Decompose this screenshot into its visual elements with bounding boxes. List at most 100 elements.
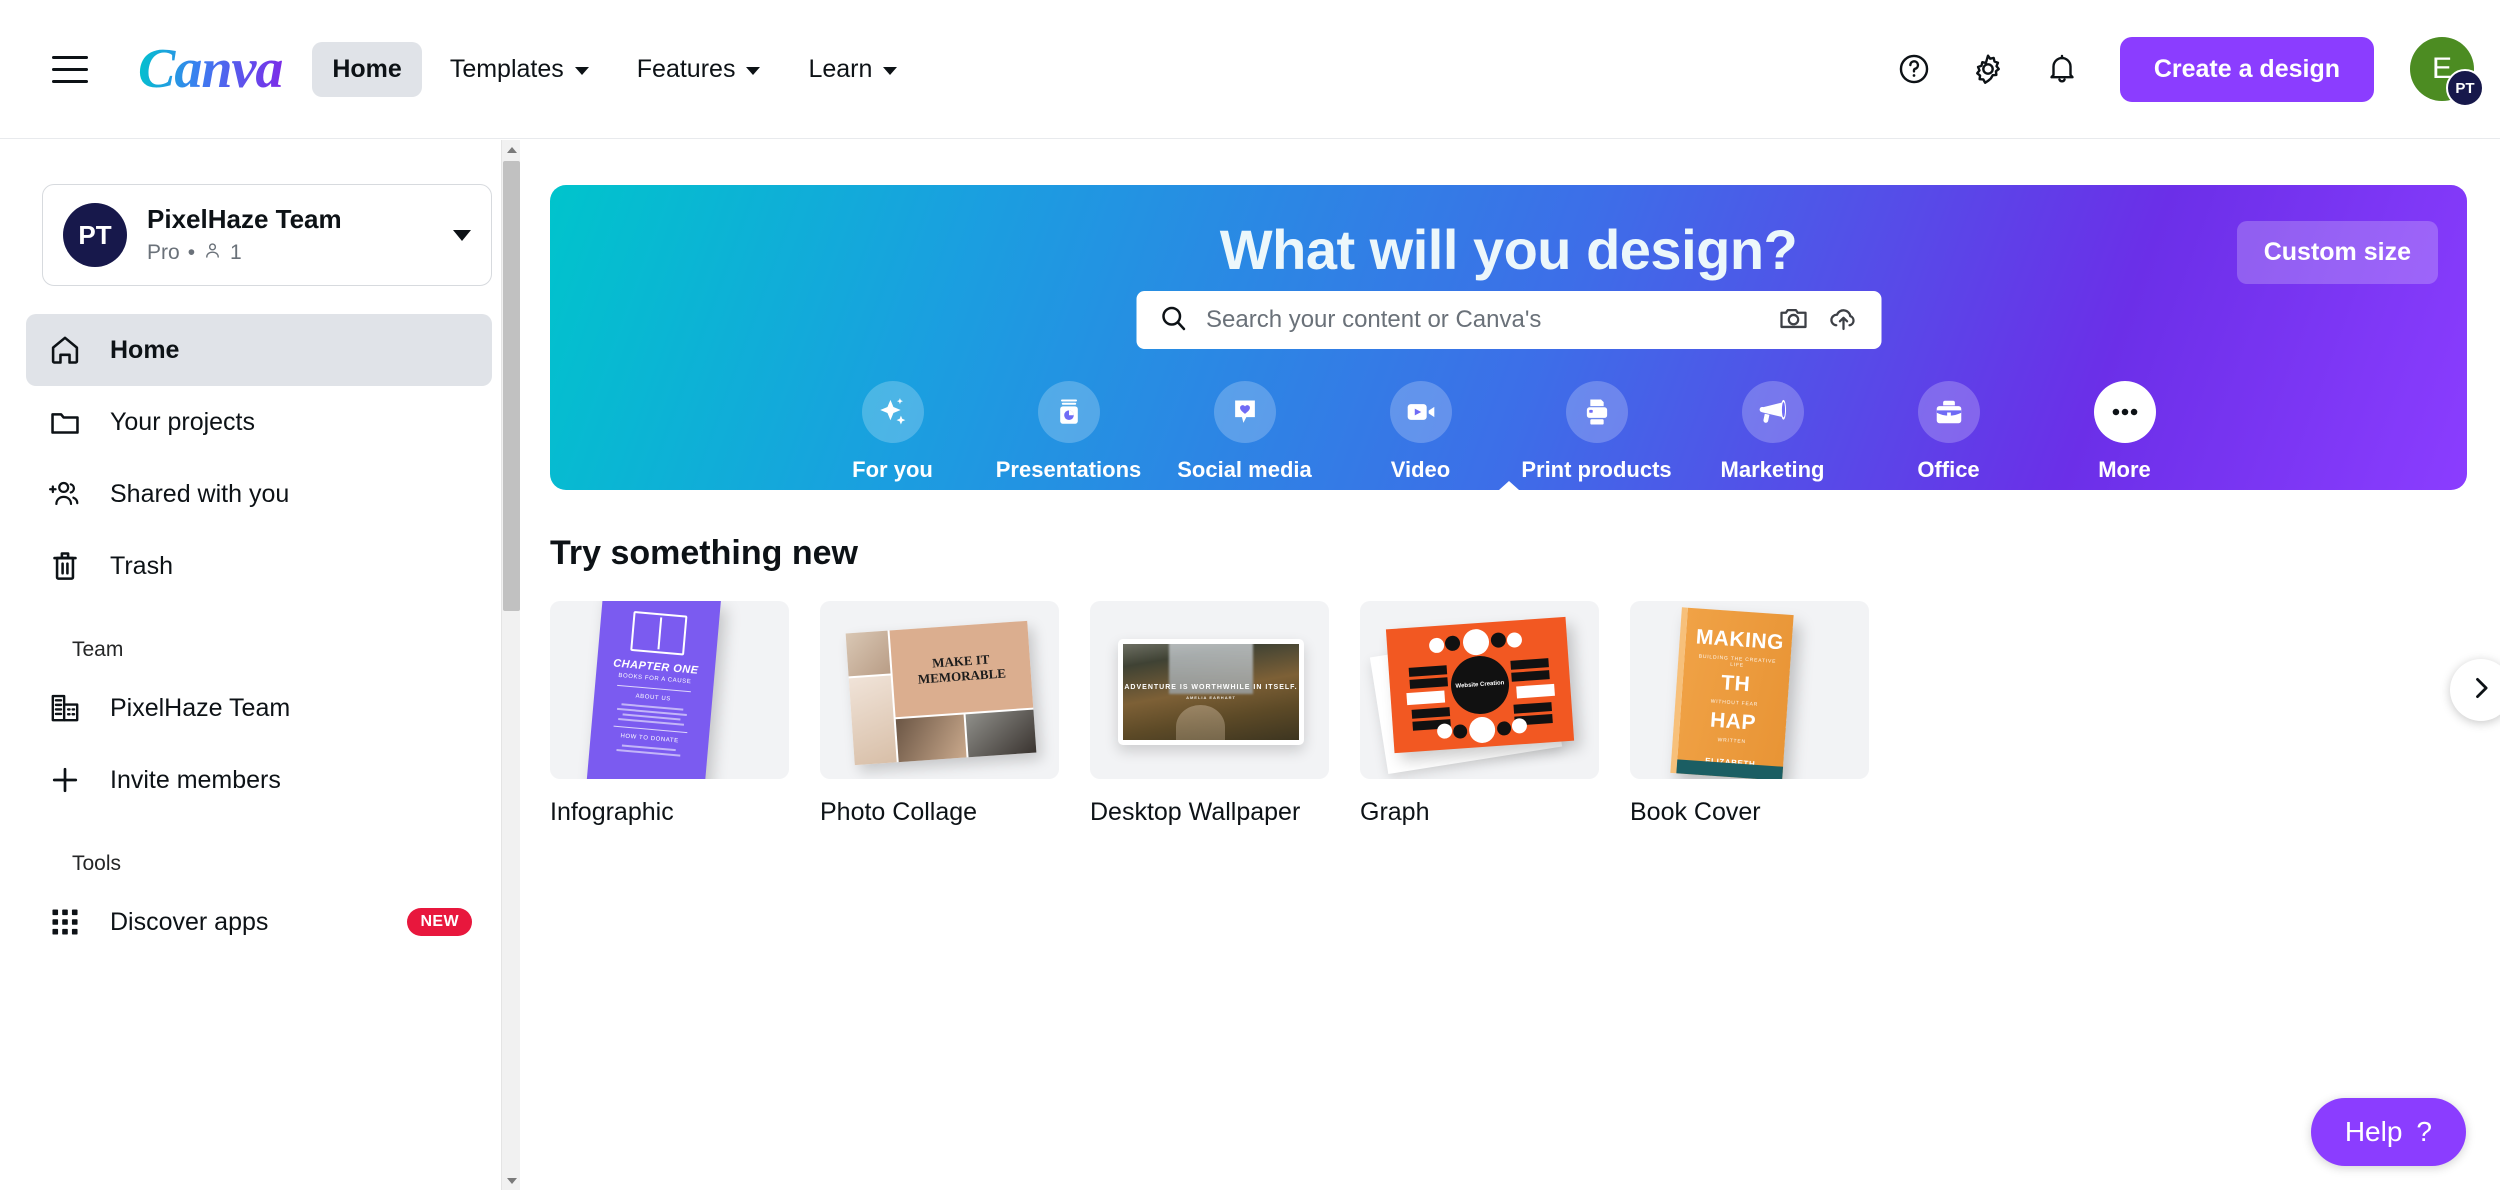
printer-icon bbox=[1565, 381, 1628, 443]
category-print-products[interactable]: Print products bbox=[1521, 381, 1672, 483]
divider bbox=[613, 725, 688, 734]
sidebar-scrollbar[interactable] bbox=[501, 140, 520, 1190]
gear-icon[interactable] bbox=[1964, 45, 2012, 93]
scrollbar-down-arrow[interactable] bbox=[502, 1171, 521, 1190]
card-thumbnail[interactable]: Website Creation bbox=[1360, 601, 1599, 779]
category-label: Print products bbox=[1521, 457, 1672, 482]
graph-node bbox=[1462, 628, 1490, 657]
search-bar[interactable] bbox=[1136, 291, 1881, 349]
carousel-next-button[interactable] bbox=[2450, 659, 2500, 721]
card-thumbnail[interactable]: ADVENTURE IS WORTHWHILE IN ITSELF. AMELI… bbox=[1090, 601, 1329, 779]
category-marketing[interactable]: Marketing bbox=[1704, 381, 1842, 483]
template-card-photo-collage[interactable]: MAKE IT MEMORABLE Photo Collage bbox=[820, 601, 1059, 827]
category-social-media[interactable]: Social media bbox=[1176, 381, 1314, 483]
nav-item-templates[interactable]: Templates bbox=[430, 42, 609, 97]
sidebar-item-trash[interactable]: Trash bbox=[26, 530, 492, 602]
graph-chip bbox=[1408, 665, 1448, 677]
category-label: For you bbox=[852, 457, 933, 482]
briefcase-icon bbox=[1917, 381, 1980, 443]
template-card-graph[interactable]: Website Creation Graph bbox=[1360, 601, 1599, 827]
graph-center-label: Website Creation bbox=[1449, 654, 1511, 716]
sidebar-item-your-projects[interactable]: Your projects bbox=[26, 386, 492, 458]
card-thumbnail[interactable]: MAKE IT MEMORABLE bbox=[820, 601, 1059, 779]
book-title-line-2: TH bbox=[1720, 671, 1751, 697]
graph-chip bbox=[1516, 683, 1555, 699]
status-badge-new: NEW bbox=[407, 908, 472, 936]
cloud-upload-icon[interactable] bbox=[1827, 302, 1859, 339]
top-header: Canva Home Templates Features Learn Crea… bbox=[0, 0, 2500, 139]
nav-item-home[interactable]: Home bbox=[312, 41, 422, 97]
sidebar-item-shared-with-you[interactable]: Shared with you bbox=[26, 458, 492, 530]
collage-photo bbox=[848, 675, 897, 766]
hero-banner: What will you design? Custom size Search… bbox=[550, 185, 2467, 499]
graph-node bbox=[1511, 717, 1528, 734]
avatar[interactable]: E PT bbox=[2410, 37, 2484, 107]
scrollbar-up-arrow[interactable] bbox=[502, 140, 521, 159]
chevron-down-icon bbox=[746, 67, 761, 75]
canva-logo[interactable]: Canva bbox=[138, 41, 283, 97]
infographic-section-1: ABOUT US bbox=[635, 693, 672, 703]
card-thumbnail[interactable]: CHAPTER ONE BOOKS FOR A CAUSE ABOUT US H… bbox=[550, 601, 789, 779]
sidebar-item-home[interactable]: Home bbox=[26, 314, 492, 386]
book-sub-3: WRITTEN bbox=[1717, 737, 1747, 746]
category-more[interactable]: More bbox=[1488, 381, 2194, 499]
template-card-desktop-wallpaper[interactable]: ADVENTURE IS WORTHWHILE IN ITSELF. AMELI… bbox=[1090, 601, 1329, 827]
search-icon bbox=[1158, 303, 1188, 338]
sidebar-item-pixelhaze-team[interactable]: PixelHaze Team bbox=[26, 672, 492, 744]
hamburger-menu-icon[interactable] bbox=[52, 47, 96, 91]
category-label: Office bbox=[1917, 457, 1980, 482]
search-input[interactable] bbox=[1206, 306, 1759, 334]
chevron-down-icon bbox=[883, 67, 898, 75]
scrollbar-thumb[interactable] bbox=[503, 161, 520, 611]
bell-icon[interactable] bbox=[2038, 45, 2086, 93]
nav-item-features[interactable]: Features bbox=[617, 42, 781, 97]
sidebar-item-label: PixelHaze Team bbox=[110, 693, 291, 722]
graph-node bbox=[1444, 635, 1461, 652]
category-presentations[interactable]: Presentations bbox=[996, 381, 1141, 483]
camera-icon[interactable] bbox=[1777, 302, 1809, 339]
sidebar-item-label: Discover apps bbox=[110, 907, 269, 936]
sidebar-item-label: Home bbox=[110, 335, 180, 364]
graph-node bbox=[1452, 724, 1468, 739]
card-label: Photo Collage bbox=[820, 798, 978, 826]
sidebar-item-label: Your projects bbox=[110, 407, 255, 436]
custom-size-button[interactable]: Custom size bbox=[2236, 221, 2438, 284]
text-lines bbox=[612, 703, 691, 727]
graph-chip bbox=[1409, 677, 1449, 689]
collage-photo bbox=[965, 709, 1037, 758]
book-sub-1: BUILDING THE CREATIVE LIFE bbox=[1698, 653, 1777, 669]
infographic-art: CHAPTER ONE BOOKS FOR A CAUSE ABOUT US H… bbox=[550, 601, 789, 779]
team-switcher[interactable]: PT PixelHaze Team Pro • 1 bbox=[42, 184, 492, 286]
category-for-you[interactable]: For you bbox=[824, 381, 962, 483]
graph-node bbox=[1490, 632, 1507, 649]
template-card-book-cover[interactable]: MAKING BUILDING THE CREATIVE LIFE TH WIT… bbox=[1630, 601, 1869, 827]
sidebar-item-discover-apps[interactable]: Discover apps NEW bbox=[26, 886, 492, 958]
category-label: More bbox=[2098, 457, 2151, 482]
nav-item-learn[interactable]: Learn bbox=[788, 42, 917, 97]
category-office[interactable]: Office bbox=[1880, 381, 2018, 483]
team-name: PixelHaze Team bbox=[147, 204, 342, 235]
hamburger-bar bbox=[52, 79, 88, 83]
avatar-team-badge: PT bbox=[2446, 69, 2484, 107]
graph-chip bbox=[1406, 690, 1446, 706]
book-art: MAKING BUILDING THE CREATIVE LIFE TH WIT… bbox=[1630, 601, 1869, 779]
collage-grid: MAKE IT MEMORABLE bbox=[845, 620, 1037, 766]
collage-art: MAKE IT MEMORABLE bbox=[820, 601, 1059, 779]
main-nav: Home Templates Features Learn bbox=[312, 41, 917, 97]
sidebar-item-invite-members[interactable]: Invite members bbox=[26, 744, 492, 816]
sidebar-item-label: Trash bbox=[110, 551, 173, 580]
wallpaper-frame: ADVENTURE IS WORTHWHILE IN ITSELF. AMELI… bbox=[1118, 639, 1304, 745]
sidebar-item-label: Invite members bbox=[110, 765, 281, 794]
building-icon bbox=[46, 689, 84, 727]
grid-apps-icon bbox=[46, 903, 84, 941]
help-circle-icon[interactable] bbox=[1890, 45, 1938, 93]
create-a-design-button[interactable]: Create a design bbox=[2119, 36, 2374, 102]
help-button[interactable]: Help ? bbox=[2310, 1098, 2466, 1166]
template-card-infographic[interactable]: CHAPTER ONE BOOKS FOR A CAUSE ABOUT US H… bbox=[550, 601, 789, 827]
sidebar-heading-tools: Tools bbox=[72, 852, 122, 875]
card-thumbnail[interactable]: MAKING BUILDING THE CREATIVE LIFE TH WIT… bbox=[1630, 601, 1869, 779]
category-video[interactable]: Video bbox=[1352, 381, 1490, 483]
graph-node bbox=[1468, 716, 1497, 744]
card-label: Infographic bbox=[550, 798, 674, 826]
sidebar-heading-team: Team bbox=[72, 638, 124, 661]
